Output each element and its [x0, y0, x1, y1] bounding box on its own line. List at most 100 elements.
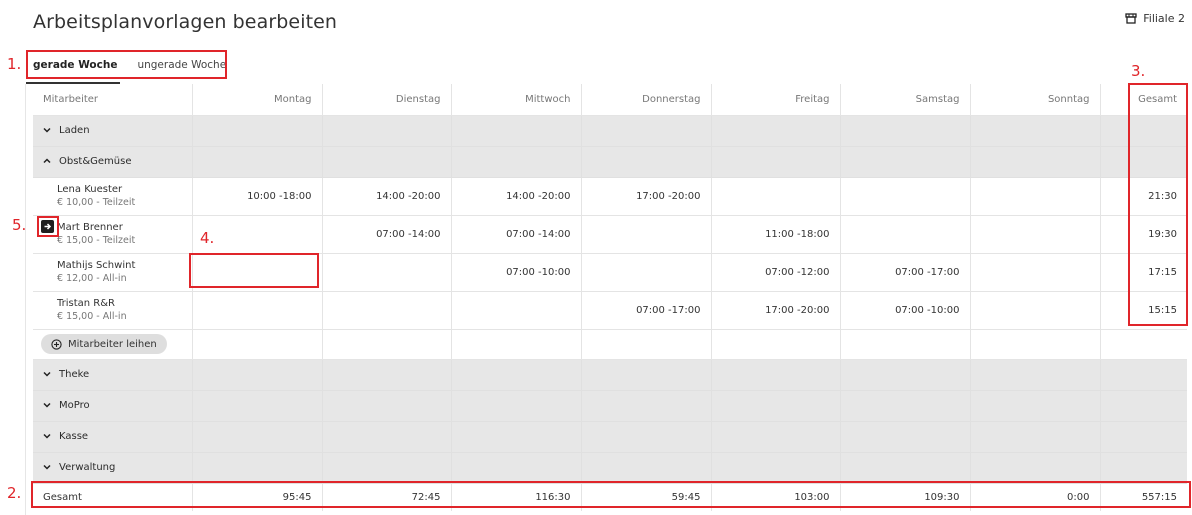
chevron-down-icon [43, 127, 51, 133]
table-header-row: Mitarbeiter Montag Dienstag Mittwoch Don… [33, 84, 1187, 116]
group-row-verwaltung[interactable]: Verwaltung [33, 452, 1187, 484]
week-tabs: gerade Woche ungerade Woche [33, 52, 226, 78]
shift-cell[interactable] [970, 177, 1101, 216]
group-row-mopro[interactable]: MoPro [33, 390, 1187, 422]
header-employee: Mitarbeiter [33, 84, 193, 116]
employee-contract: € 12,00 - All-in [57, 273, 127, 284]
shift-cell[interactable] [840, 215, 971, 254]
lend-employee-label: Mitarbeiter leihen [68, 338, 157, 350]
shift-cell[interactable] [192, 291, 323, 330]
store-selector[interactable]: Filiale 2 [1125, 12, 1185, 25]
annotation-label-5: 5. [12, 216, 27, 234]
employee-name: Lena Kuester [57, 184, 123, 195]
shift-cell[interactable]: 07:00 -14:00 [451, 215, 582, 254]
shift-cell[interactable] [970, 291, 1101, 330]
employee-contract: € 15,00 - All-in [57, 311, 127, 322]
chevron-down-icon [43, 464, 51, 470]
annotation-label-4: 4. [200, 229, 215, 247]
group-label: Laden [59, 125, 90, 136]
shift-cell[interactable] [322, 253, 452, 292]
group-row-obst[interactable]: Obst&Gemüse [33, 146, 1187, 178]
day-total: 72:45 [322, 483, 452, 511]
employee-row: Lena Kuester € 10,00 - Teilzeit 10:00 -18… [33, 177, 1187, 216]
annotation-label-3: 3. [1131, 62, 1146, 80]
shift-cell[interactable]: 07:00 -12:00 [711, 253, 841, 292]
shift-cell[interactable] [451, 291, 582, 330]
lend-employee-button[interactable]: Mitarbeiter leihen [41, 334, 167, 354]
shift-cell[interactable]: 10:00 -18:00 [192, 177, 323, 216]
header-thursday: Donnerstag [581, 84, 712, 116]
shift-cell[interactable]: 07:00 -14:00 [322, 215, 452, 254]
header-wednesday: Mittwoch [451, 84, 582, 116]
group-row-theke[interactable]: Theke [33, 359, 1187, 391]
group-label: Kasse [59, 431, 89, 442]
employee-row: Mathijs Schwint € 12,00 - All-in 07:00 -1… [33, 253, 1187, 292]
day-total: 103:00 [711, 483, 841, 511]
employee-name: Mart Brenner [57, 222, 123, 233]
group-row-laden[interactable]: Laden [33, 115, 1187, 147]
employee-row: Tristan R&R € 15,00 - All-in 07:00 -17:00… [33, 291, 1187, 330]
shift-cell[interactable]: 14:00 -20:00 [322, 177, 452, 216]
shift-cell[interactable]: 14:00 -20:00 [451, 177, 582, 216]
shift-cell[interactable] [192, 253, 323, 292]
chevron-down-icon [43, 371, 51, 377]
shift-cell[interactable]: 07:00 -10:00 [840, 291, 971, 330]
annotation-label-1: 1. [7, 55, 22, 73]
employee-total: 17:15 [1100, 253, 1187, 292]
group-label: Theke [59, 369, 90, 380]
shift-cell[interactable]: 07:00 -17:00 [581, 291, 712, 330]
left-divider [25, 84, 26, 515]
shift-cell[interactable] [581, 215, 712, 254]
day-total: 116:30 [451, 483, 582, 511]
header-tuesday: Dienstag [322, 84, 452, 116]
add-circle-icon [51, 338, 62, 350]
shift-cell[interactable]: 17:00 -20:00 [581, 177, 712, 216]
group-label: Obst&Gemüse [59, 156, 132, 167]
chevron-down-icon [43, 402, 51, 408]
shift-cell[interactable] [581, 253, 712, 292]
tab-even-week[interactable]: gerade Woche [33, 59, 117, 71]
employee-contract: € 15,00 - Teilzeit [57, 235, 136, 246]
day-total: 109:30 [840, 483, 971, 511]
group-label: MoPro [59, 400, 90, 411]
employee-name: Tristan R&R [57, 298, 115, 309]
header-friday: Freitag [711, 84, 841, 116]
header-saturday: Samstag [840, 84, 971, 116]
employee-total: 15:15 [1100, 291, 1187, 330]
chevron-up-icon [43, 158, 51, 164]
totals-row: Gesamt 95:45 72:45 116:30 59:45 103:00 1… [33, 483, 1187, 511]
employee-name: Mathijs Schwint [57, 260, 136, 271]
grand-total: 557:15 [1141, 491, 1177, 503]
day-total: 59:45 [581, 483, 712, 511]
shift-cell[interactable] [970, 253, 1101, 292]
shift-cell[interactable] [970, 215, 1101, 254]
annotation-label-2: 2. [7, 484, 22, 502]
header-monday: Montag [192, 84, 323, 116]
employee-contract: € 10,00 - Teilzeit [57, 197, 136, 208]
totals-label: Gesamt [33, 483, 193, 511]
header-total: Gesamt [1100, 84, 1187, 116]
page-title: Arbeitsplanvorlagen bearbeiten [33, 11, 338, 33]
schedule-table: Mitarbeiter Montag Dienstag Mittwoch Don… [33, 84, 1187, 511]
lend-employee-row: Mitarbeiter leihen [33, 329, 1187, 360]
header-sunday: Sonntag [970, 84, 1101, 116]
day-total: 0:00 [970, 483, 1101, 511]
shift-cell[interactable]: 11:00 -18:00 [711, 215, 841, 254]
store-icon [1125, 13, 1137, 24]
shift-cell[interactable] [322, 291, 452, 330]
tab-odd-week[interactable]: ungerade Woche [137, 59, 226, 71]
move-employee-button[interactable] [41, 220, 54, 233]
shift-cell[interactable]: 07:00 -10:00 [451, 253, 582, 292]
day-total: 95:45 [192, 483, 323, 511]
chevron-down-icon [43, 433, 51, 439]
store-label: Filiale 2 [1143, 12, 1185, 25]
employee-total: 21:30 [1100, 177, 1187, 216]
shift-cell[interactable]: 07:00 -17:00 [840, 253, 971, 292]
shift-cell[interactable]: 17:00 -20:00 [711, 291, 841, 330]
group-label: Verwaltung [59, 462, 116, 473]
shift-cell[interactable] [840, 177, 971, 216]
shift-cell[interactable] [711, 177, 841, 216]
arrow-right-icon [44, 223, 52, 230]
group-row-kasse[interactable]: Kasse [33, 421, 1187, 453]
employee-total: 19:30 [1100, 215, 1187, 254]
